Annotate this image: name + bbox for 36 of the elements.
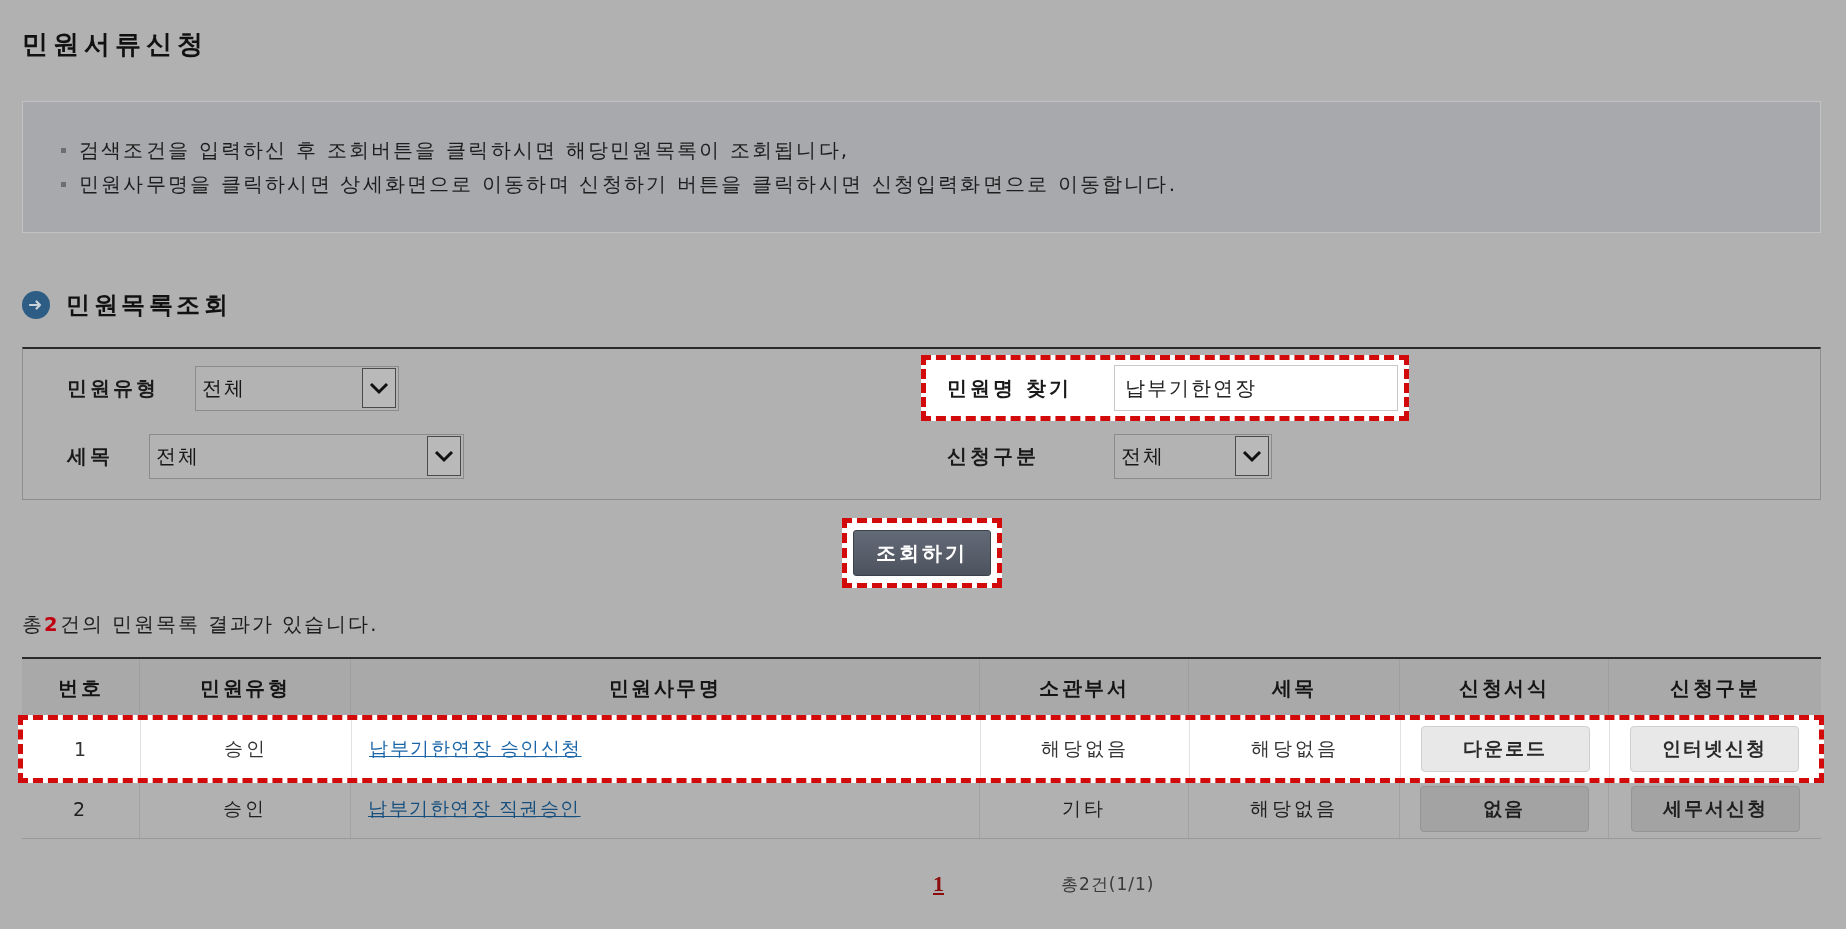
table-cell-text: 승인 bbox=[223, 795, 267, 821]
form-button[interactable]: 다운로드 bbox=[1420, 726, 1590, 772]
table-cell-text: 해당없음 bbox=[1250, 795, 1338, 821]
form-button[interactable]: 없음 bbox=[1419, 785, 1589, 832]
table-cell-text: 기타 bbox=[1062, 795, 1106, 821]
apply-button[interactable]: 세무서신청 bbox=[1630, 785, 1800, 832]
section-title: 민원목록조회 bbox=[66, 290, 231, 321]
dropdown-field[interactable]: 전체 bbox=[1114, 433, 1272, 479]
service-link[interactable]: 납부기한연장 직권승인 bbox=[368, 795, 581, 822]
bullet-icon bbox=[61, 181, 66, 187]
field-label: 신청구분 bbox=[947, 442, 1040, 470]
table-cell-text: 승인 bbox=[224, 736, 268, 761]
notice-text: 민원사무명을 클릭하시면 상세화면으로 이동하며 신청하기 버튼을 클릭하시면 신청입력화면으로 이동합니다. bbox=[79, 170, 1178, 198]
arrow-circle-icon bbox=[22, 291, 50, 319]
table-cell-text: 해당없음 bbox=[1251, 736, 1339, 761]
apply-button[interactable]: 인터넷신청 bbox=[1630, 726, 1799, 772]
field-label: 민원명 찾기 bbox=[947, 374, 1073, 402]
column-header: 신청구분 bbox=[1669, 675, 1761, 702]
search-field[interactable]: 납부기한연장 bbox=[1114, 365, 1398, 411]
bullet-icon bbox=[61, 147, 66, 153]
chevron-down-icon bbox=[427, 436, 461, 476]
table-cell: 1 bbox=[73, 738, 90, 760]
field-label: 세목 bbox=[67, 442, 113, 470]
search-button[interactable]: 조회하기 bbox=[852, 530, 991, 576]
page-title: 민원서류신청 bbox=[22, 28, 208, 60]
dropdown-field[interactable]: 전체 bbox=[195, 365, 399, 411]
chevron-down-icon bbox=[1235, 436, 1269, 476]
service-link[interactable]: 납부기한연장 승인신청 bbox=[369, 736, 582, 762]
page-link[interactable]: 1 bbox=[933, 871, 944, 897]
field-label: 민원유형 bbox=[67, 374, 159, 402]
chevron-down-icon bbox=[362, 368, 396, 408]
dropdown-field[interactable]: 전체 bbox=[149, 433, 464, 479]
table-cell-text: 해당없음 bbox=[1041, 736, 1129, 761]
notice-text: 검색조건을 입력하신 후 조회버튼을 클릭하시면 해당민원목록이 조회됩니다, bbox=[79, 136, 850, 164]
table-cell: 2 bbox=[72, 797, 89, 820]
pagination-summary: 총2건(1/1) bbox=[1061, 872, 1155, 896]
